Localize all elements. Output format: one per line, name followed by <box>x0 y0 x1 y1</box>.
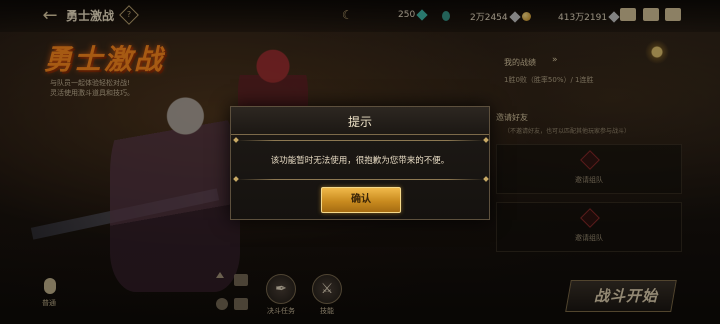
confirm-button[interactable]: 确认 <box>321 187 401 213</box>
divider-ornament <box>233 137 239 143</box>
notice-dialog: 提示 该功能暂时无法使用，很抱歉为您带来的不便。 确认 <box>230 106 490 220</box>
dialog-title-bar: 提示 <box>231 107 489 135</box>
divider-bottom <box>237 179 485 180</box>
dialog-message: 该功能暂时无法使用，很抱歉为您带来的不便。 <box>270 156 450 166</box>
divider-ornament <box>233 176 239 182</box>
divider-ornament <box>483 137 489 143</box>
divider-ornament <box>483 176 489 182</box>
divider-top <box>237 140 485 141</box>
dialog-title: 提示 <box>347 115 372 129</box>
confirm-label: 确认 <box>351 194 371 205</box>
